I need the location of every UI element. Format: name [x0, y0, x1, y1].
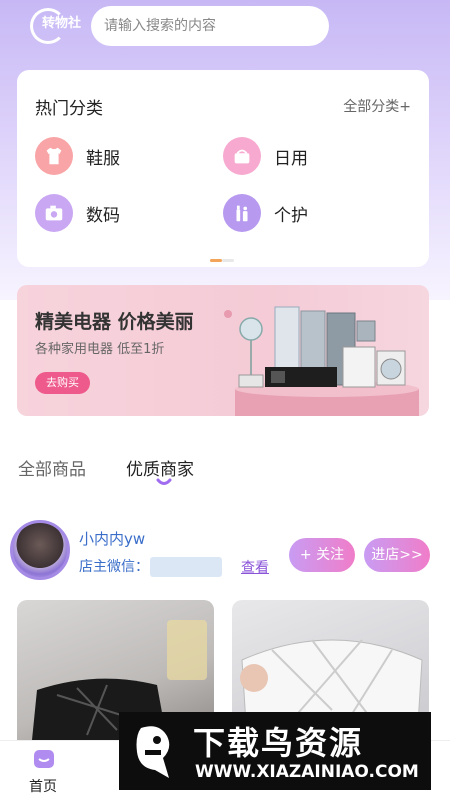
- home-icon[interactable]: [33, 749, 55, 769]
- watermark-title: 下载鸟资源: [193, 724, 364, 762]
- hot-categories-card: 热门分类 全部分类+ 鞋服 日用 数码 个护: [17, 70, 429, 267]
- view-wechat-link[interactable]: 查看: [241, 557, 269, 577]
- merchant-name[interactable]: 小内内yw: [79, 528, 145, 549]
- household-icon: [223, 137, 261, 175]
- enter-store-button[interactable]: 进店>>: [364, 538, 430, 572]
- categories-title: 热门分类: [35, 99, 103, 119]
- category-label: 日用: [274, 148, 308, 169]
- nav-home-label[interactable]: 首页: [29, 776, 57, 796]
- clothing-icon: [35, 137, 73, 175]
- follow-button[interactable]: + 关注: [289, 538, 355, 572]
- promo-banner[interactable]: 精美电器 价格美丽 各种家用电器 低至1折 去购买: [17, 285, 429, 416]
- category-label: 数码: [86, 205, 120, 226]
- watermark-url: WWW.XIAZAINIAO.COM: [195, 762, 419, 782]
- wechat-id-hidden: [150, 557, 222, 577]
- tab-quality-merchants[interactable]: 优质商家: [126, 455, 194, 480]
- appliances-image: [224, 306, 419, 416]
- category-label: 鞋服: [86, 148, 120, 169]
- carousel-indicator: [210, 259, 234, 262]
- active-tab-indicator: [156, 478, 172, 485]
- camera-icon: [35, 194, 73, 232]
- watermark-overlay: 下载鸟资源 WWW.XIAZAINIAO.COM: [119, 712, 431, 790]
- buy-now-button[interactable]: 去购买: [35, 372, 90, 394]
- logo-text: 转物社: [42, 16, 82, 31]
- merchant-avatar[interactable]: [10, 520, 70, 580]
- all-categories-link[interactable]: 全部分类+: [343, 96, 411, 116]
- category-item-personal-care[interactable]: 个护: [223, 193, 308, 233]
- banner-title: 精美电器 价格美丽: [35, 311, 194, 333]
- merchant-wechat-label: 店主微信：: [79, 559, 149, 575]
- personal-care-icon: [223, 194, 261, 232]
- category-label: 个护: [274, 205, 308, 226]
- app-logo[interactable]: 转物社: [30, 8, 88, 44]
- category-item-household[interactable]: 日用: [223, 136, 308, 176]
- tab-all-products[interactable]: 全部商品: [18, 455, 86, 480]
- category-item-clothing[interactable]: 鞋服: [35, 136, 120, 176]
- banner-subtitle: 各种家用电器 低至1折: [35, 342, 165, 357]
- category-item-digital[interactable]: 数码: [35, 193, 120, 233]
- search-input[interactable]: 请输入搜索的内容: [91, 6, 329, 46]
- bird-logo-icon: [136, 726, 170, 778]
